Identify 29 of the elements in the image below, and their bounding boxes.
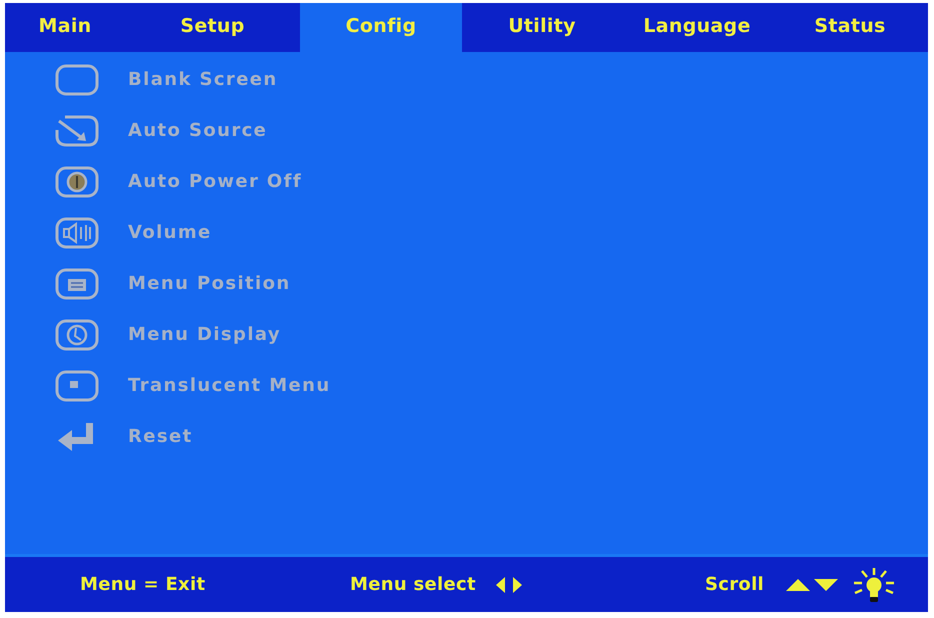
power-timer-icon xyxy=(55,166,99,198)
right-arrow-icon xyxy=(512,576,522,592)
screen-square-icon xyxy=(55,370,99,402)
menu-item[interactable]: Translucent Menu xyxy=(128,375,331,396)
hint-text: Menu select xyxy=(350,574,476,595)
menu-item[interactable]: Menu Display xyxy=(128,324,282,345)
down-arrow-icon xyxy=(814,578,838,590)
screen-outline-icon xyxy=(55,64,99,96)
speaker-icon xyxy=(55,216,99,248)
tab[interactable]: Config xyxy=(300,3,462,52)
menu-item[interactable]: Auto Power Off xyxy=(128,171,302,192)
tab[interactable]: Setup xyxy=(125,3,300,52)
light-bulb-icon xyxy=(852,566,896,602)
tab[interactable]: Utility xyxy=(462,3,622,52)
menu-item[interactable]: Volume xyxy=(128,222,212,243)
hint-text: Menu = Exit xyxy=(80,574,206,595)
menu-item[interactable]: Auto Source xyxy=(128,120,268,141)
tab[interactable]: Status xyxy=(772,3,928,52)
tab[interactable]: Language xyxy=(622,3,772,52)
hint-text: Scroll xyxy=(705,574,764,595)
menu-item[interactable]: Reset xyxy=(128,426,193,447)
left-arrow-icon xyxy=(496,576,505,592)
menu-item[interactable]: Menu Position xyxy=(128,273,291,294)
screen-arrow-icon xyxy=(55,114,99,146)
screen-window-icon xyxy=(55,268,99,300)
menu-item[interactable]: Blank Screen xyxy=(128,69,278,90)
up-arrow-icon xyxy=(786,578,810,590)
screen-clock-icon xyxy=(55,318,99,350)
tab[interactable]: Main xyxy=(5,3,125,52)
